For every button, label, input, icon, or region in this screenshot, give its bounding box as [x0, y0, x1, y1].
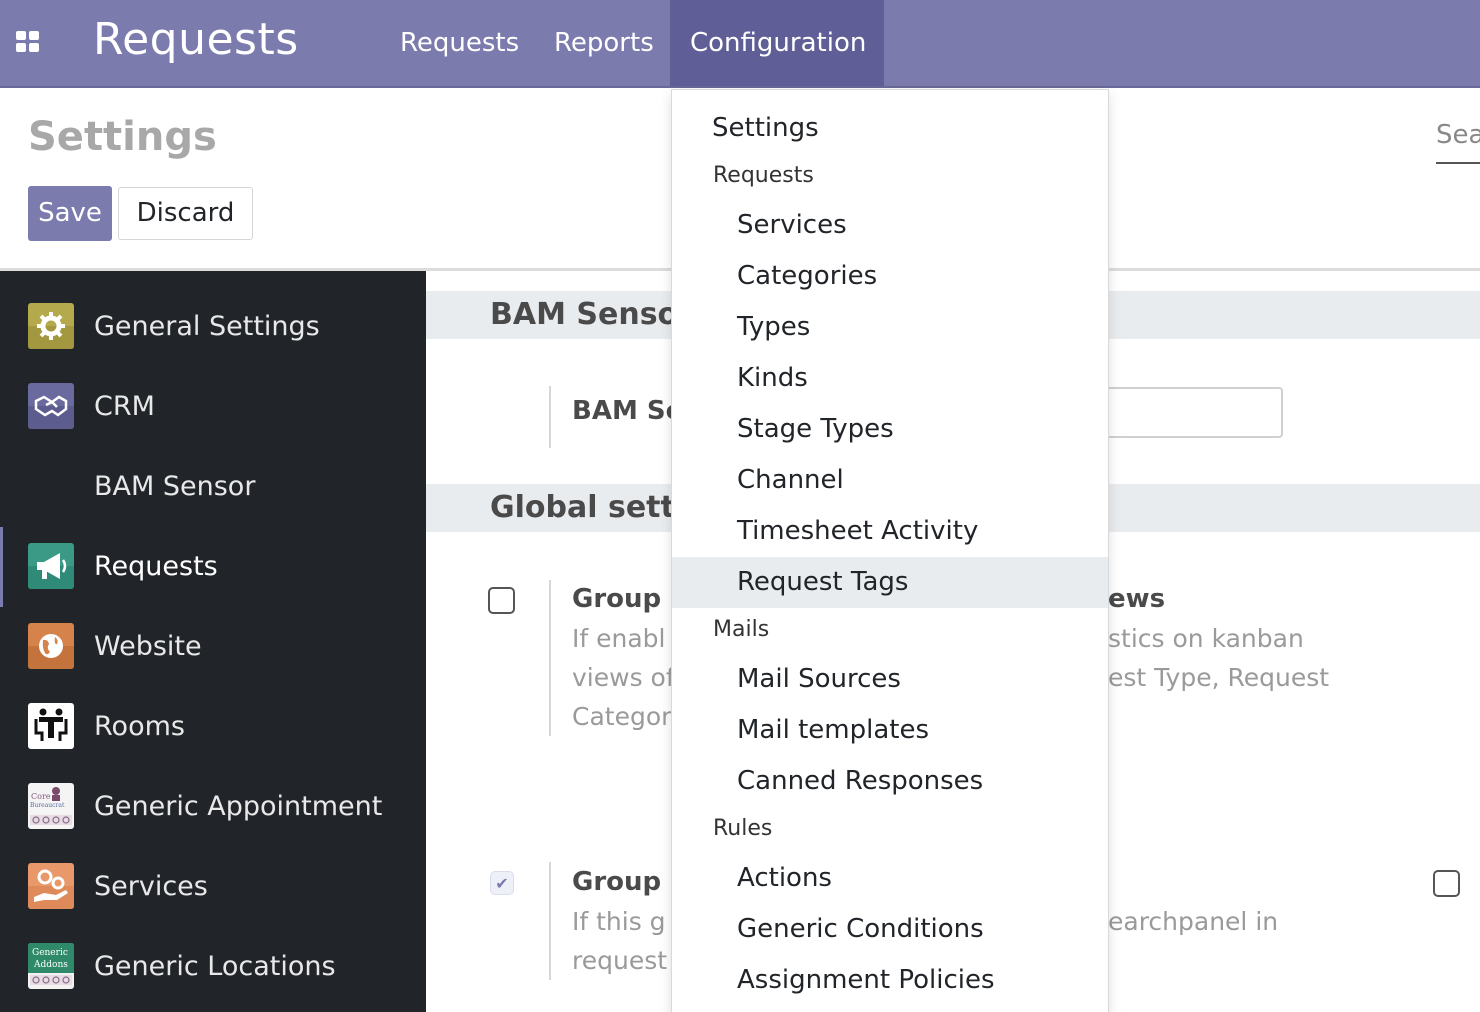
- sidebar-item-requests[interactable]: Requests: [0, 527, 426, 607]
- setting-description-line: Categor: [572, 702, 672, 731]
- dropdown-item-canned-responses[interactable]: Canned Responses: [672, 756, 1108, 807]
- dropdown-item-mail-sources[interactable]: Mail Sources: [672, 654, 1108, 705]
- dropdown-item-kinds[interactable]: Kinds: [672, 353, 1108, 404]
- setting-description-line: est Type, Request: [1108, 663, 1330, 692]
- services-cogs-icon: [28, 863, 74, 909]
- menu-reports[interactable]: Reports: [534, 0, 674, 86]
- gear-icon: [28, 303, 74, 349]
- sidebar-item-label: Generic Locations: [94, 951, 336, 982]
- dropdown-item-request-tags[interactable]: Request Tags: [672, 557, 1108, 608]
- setting-title-right: ews: [1108, 584, 1166, 614]
- dropdown-item-categories[interactable]: Categories: [672, 251, 1108, 302]
- meeting-room-icon: [28, 703, 74, 749]
- svg-text:Core: Core: [31, 792, 51, 801]
- sidebar-item-label: Website: [94, 631, 202, 662]
- save-button[interactable]: Save: [28, 186, 112, 241]
- dropdown-item-types[interactable]: Types: [672, 302, 1108, 353]
- setting-divider: [549, 386, 551, 448]
- setting-checkbox-checked[interactable]: ✔: [490, 871, 514, 895]
- sidebar-item-bam-sensor[interactable]: BAM Sensor: [0, 447, 426, 527]
- dropdown-item-assignment-policies[interactable]: Assignment Policies: [672, 955, 1108, 1006]
- dropdown-item-services[interactable]: Services: [672, 200, 1108, 251]
- sidebar-item-label: General Settings: [94, 311, 320, 342]
- sidebar-item-label: Services: [94, 871, 208, 902]
- section-title: BAM Sensor: [490, 297, 693, 332]
- setting-description-line: earchpanel in: [1108, 907, 1279, 936]
- setting-divider: [549, 862, 551, 980]
- section-title: Global setti: [490, 490, 686, 525]
- app-brand[interactable]: Requests: [93, 14, 299, 65]
- sidebar-item-label: Requests: [94, 551, 218, 582]
- sidebar-item-generic-locations[interactable]: Generic Addons Generic Locations: [0, 927, 426, 1007]
- search-input[interactable]: Sea: [1436, 120, 1480, 164]
- setting-description-line: If this g: [572, 907, 666, 936]
- setting-description-line: If enabl: [572, 624, 666, 653]
- setting-checkbox[interactable]: [488, 587, 515, 614]
- megaphone-icon: [28, 543, 74, 589]
- sidebar-item-generic-appointment[interactable]: Core Bureaucrat Generic Appointment: [0, 767, 426, 847]
- sidebar-item-crm[interactable]: CRM: [0, 367, 426, 447]
- globe-icon: [28, 623, 74, 669]
- dropdown-item-mail-templates[interactable]: Mail templates: [672, 705, 1108, 756]
- bam-setting-label: BAM Se: [572, 396, 684, 426]
- sidebar-item-label: Rooms: [94, 711, 185, 742]
- sidebar-item-services[interactable]: Services: [0, 847, 426, 927]
- discard-button[interactable]: Discard: [118, 187, 253, 240]
- generic-addons-icon: Generic Addons: [28, 943, 74, 989]
- sidebar-item-label: CRM: [94, 391, 155, 422]
- svg-text:Addons: Addons: [33, 960, 68, 970]
- setting-divider: [549, 580, 551, 736]
- core-bureaucrat-icon: Core Bureaucrat: [28, 783, 74, 829]
- dropdown-item-timesheet-activity[interactable]: Timesheet Activity: [672, 506, 1108, 557]
- dropdown-item-stage-types[interactable]: Stage Types: [672, 404, 1108, 455]
- svg-text:Bureaucrat: Bureaucrat: [30, 802, 65, 809]
- page-title: Settings: [28, 114, 217, 160]
- setting-checkbox[interactable]: [1433, 870, 1460, 897]
- setting-description-line: request: [572, 946, 668, 975]
- settings-sidebar: General Settings CRM BAM Sensor Requests…: [0, 271, 426, 1012]
- dropdown-header-mails: Mails: [713, 617, 770, 642]
- setting-description-line: views of: [572, 663, 675, 692]
- sidebar-item-label: Generic Appointment: [94, 791, 383, 822]
- configuration-dropdown: Settings Requests Services Categories Ty…: [671, 89, 1109, 1012]
- sidebar-item-rooms[interactable]: Rooms: [0, 687, 426, 767]
- dropdown-item-channel[interactable]: Channel: [672, 455, 1108, 506]
- sidebar-item-website[interactable]: Website: [0, 607, 426, 687]
- dropdown-item-actions[interactable]: Actions: [672, 853, 1108, 904]
- handshake-icon: [28, 383, 74, 429]
- sidebar-item-label: BAM Sensor: [94, 471, 256, 502]
- svg-text:Generic: Generic: [32, 948, 68, 958]
- sidebar-item-general-settings[interactable]: General Settings: [0, 287, 426, 367]
- menu-requests[interactable]: Requests: [380, 0, 539, 86]
- bam-setting-input[interactable]: [1108, 387, 1283, 438]
- dropdown-header-requests: Requests: [713, 163, 814, 188]
- dropdown-header-rules: Rules: [713, 816, 773, 841]
- apps-grid-icon[interactable]: [16, 31, 40, 53]
- dropdown-item-settings[interactable]: Settings: [672, 103, 1108, 154]
- top-navbar: Requests Requests Reports Configuration: [0, 0, 1480, 88]
- dropdown-item-generic-conditions[interactable]: Generic Conditions: [672, 904, 1108, 955]
- menu-configuration[interactable]: Configuration: [670, 0, 884, 86]
- setting-description-line: stics on kanban: [1108, 624, 1304, 653]
